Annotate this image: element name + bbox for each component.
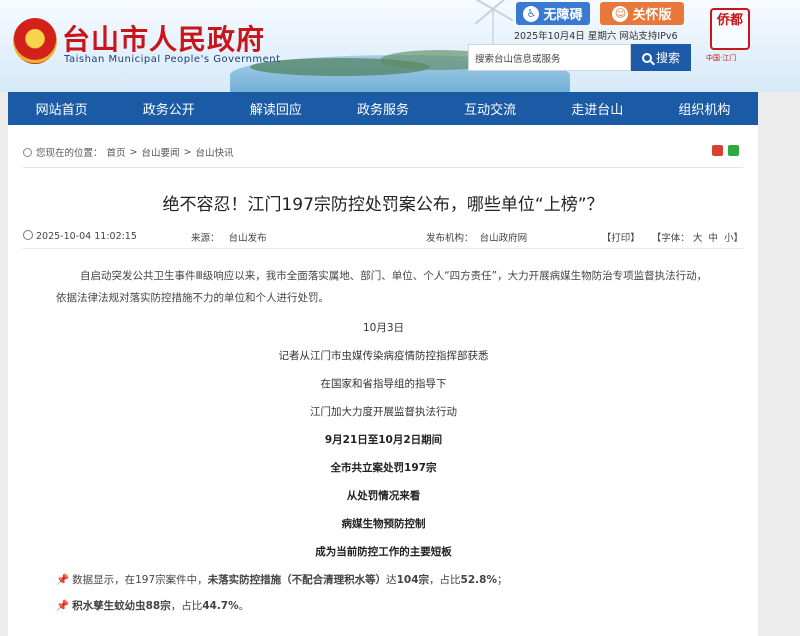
search-icon <box>641 52 652 63</box>
bullet-bold-text: 104宗 <box>396 574 430 586</box>
breadcrumb-item-home[interactable]: 首页 <box>107 145 126 159</box>
nav-item-home[interactable]: 网站首页 <box>8 92 115 125</box>
share-icons <box>712 145 739 156</box>
accessibility-icon: ♿ <box>523 5 540 22</box>
publish-time: 2025-10-04 11:02:15 <box>23 230 137 242</box>
search-button[interactable]: 搜索 <box>631 44 691 71</box>
divider <box>23 167 743 168</box>
site-title[interactable]: 台山市人民政府 <box>62 18 265 58</box>
site-header: 台山市人民政府 Taishan Municipal People's Gover… <box>0 0 800 92</box>
center-line: 从处罚情况来看 <box>346 490 421 502</box>
nav-item-gov-affairs[interactable]: 政务公开 <box>115 92 222 125</box>
pushpin-icon: 📌 <box>56 600 70 612</box>
elderly-care-label: 关怀版 <box>632 8 672 23</box>
article-title: 绝不容忍！江门197宗防控处罚案公布，哪些单位“上榜”？ <box>162 195 604 215</box>
article-meta: 2025-10-04 11:02:15 来源： 台山发布 发布机构： 台山政府网… <box>23 230 743 244</box>
content-panel: 您现在的位置： 首页 > 台山要闻 > 台山快讯 绝不容忍！江门197宗防控处罚… <box>8 125 758 636</box>
center-line: 全市共立案处罚197宗 <box>330 462 437 474</box>
accessibility-button[interactable]: ♿ 无障碍 <box>516 2 590 25</box>
font-medium-link[interactable]: 中 <box>708 233 718 244</box>
breadcrumb-separator: > <box>183 146 192 158</box>
breadcrumb-item-flash[interactable]: 台山快讯 <box>195 145 233 159</box>
center-line: 病媒生物预防控制 <box>341 518 426 530</box>
qiaodu-seal-logo: 侨都 <box>710 8 750 50</box>
nav-item-services[interactable]: 政务服务 <box>329 92 436 125</box>
nav-item-interpretation[interactable]: 解读回应 <box>222 92 329 125</box>
location-icon <box>23 147 32 157</box>
center-line: 记者从江门市虫媒传染病疫情防控指挥部获悉 <box>278 350 489 362</box>
nav-item-about-taishan[interactable]: 走进台山 <box>544 92 651 125</box>
center-line: 10月3日 <box>362 322 405 334</box>
font-size-close: 】 <box>733 233 743 244</box>
site-subtitle: Taishan Municipal People's Government <box>64 54 281 65</box>
org-value: 台山政府网 <box>479 233 528 244</box>
elderly-care-button[interactable]: ☺ 关怀版 <box>600 2 684 25</box>
main-nav: 网站首页 政务公开 解读回应 政务服务 互动交流 走进台山 组织机构 <box>8 92 758 125</box>
print-link[interactable]: 【打印】 <box>602 233 640 244</box>
bullet-text: ； <box>496 574 508 586</box>
bullet-text: ，占比 <box>170 600 203 612</box>
divider <box>23 248 743 249</box>
bullet-text: ，占比 <box>429 574 461 586</box>
breadcrumb-prefix: 您现在的位置： <box>36 148 103 159</box>
publish-datetime: 2025-10-04 11:02:15 <box>36 231 137 242</box>
seal-caption: 中国·江门 <box>706 54 737 62</box>
article-org: 发布机构： 台山政府网 <box>426 230 527 244</box>
org-label: 发布机构： <box>426 233 474 244</box>
national-emblem-icon <box>13 18 57 64</box>
date-ipv6-line: 2025年10月4日 星期六 网站支持IPv6 <box>514 31 678 42</box>
weibo-share-icon[interactable] <box>712 145 723 156</box>
pushpin-icon: 📌 <box>56 574 70 586</box>
elderly-icon: ☺ <box>612 5 629 22</box>
center-line: 在国家和省指导组的指导下 <box>320 378 447 390</box>
article-intro: 自启动突发公共卫生事件Ⅲ级响应以来，我市全面落实属地、部门、单位、个人“四方责任… <box>56 270 708 304</box>
article-body: 自启动突发公共卫生事件Ⅲ级响应以来，我市全面落实属地、部门、单位、个人“四方责任… <box>56 265 711 621</box>
source-value: 台山发布 <box>228 233 267 244</box>
center-line: 成为当前防控工作的主要短板 <box>315 546 452 558</box>
bullet-text: 。 <box>238 600 250 612</box>
breadcrumb-item-news[interactable]: 台山要闻 <box>142 145 180 159</box>
clock-icon <box>23 230 33 240</box>
source-label: 来源： <box>191 233 220 244</box>
article-tools: 【打印】 【字体： 大 中 小】 <box>602 230 743 244</box>
breadcrumb-separator: > <box>129 146 138 158</box>
center-line: 9月21日至10月2日期间 <box>324 434 443 446</box>
bullet-point: 📌 数据显示，在197宗案件中，未落实防控措施（不配合清理积水等）达104宗，占比… <box>56 569 711 591</box>
bullet-text: 达 <box>386 574 397 586</box>
center-lines: 10月3日记者从江门市虫媒传染病疫情防控指挥部获悉 在国家和省指导组的指导下 江门加… <box>56 317 711 563</box>
article-source: 来源： 台山发布 <box>191 230 267 244</box>
wechat-share-icon[interactable] <box>728 145 739 156</box>
search-input[interactable]: 搜索台山信息或服务 <box>468 44 631 71</box>
bullet-bold-text: 未落实防控措施（不配合清理积水等） <box>207 574 387 586</box>
bullet-bold-text: 44.7% <box>202 600 239 612</box>
bullet-point: 📌 积水孳生蚊幼虫88宗，占比44.7%。 <box>56 595 711 617</box>
center-line: 江门加大力度开展监督执法行动 <box>310 406 457 418</box>
nav-item-organization[interactable]: 组织机构 <box>651 92 758 125</box>
font-large-link[interactable]: 大 <box>693 233 703 244</box>
bullet-text: 数据显示，在197宗案件中， <box>72 574 208 586</box>
breadcrumb: 您现在的位置： 首页 > 台山要闻 > 台山快讯 <box>23 145 234 159</box>
search-button-label: 搜索 <box>655 51 680 65</box>
accessibility-label: 无障碍 <box>543 8 583 23</box>
font-size-label: 【字体： <box>651 233 690 244</box>
nav-item-interaction[interactable]: 互动交流 <box>437 92 544 125</box>
bullet-bold-text: 52.8% <box>460 574 497 586</box>
bullet-bold-text: 积水孳生蚊幼虫88宗 <box>72 600 171 612</box>
